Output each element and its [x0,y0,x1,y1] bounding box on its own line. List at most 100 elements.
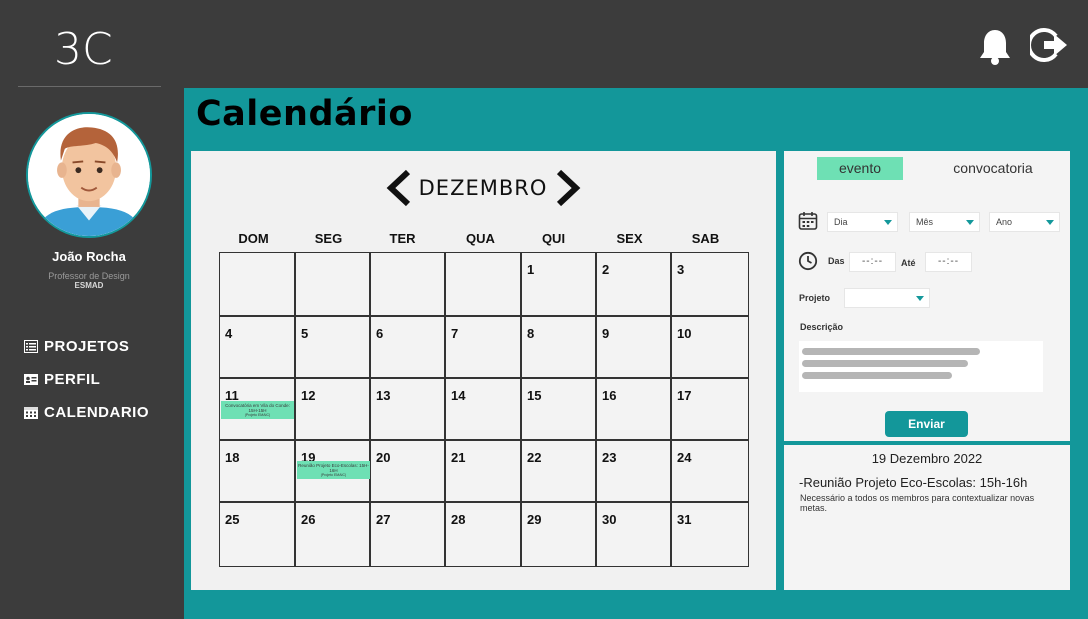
day-number: 28 [451,512,466,527]
day-number: 25 [225,512,240,527]
day-number: 21 [451,450,466,465]
calendar-day-cell[interactable]: 4 [219,316,295,378]
day-number: 5 [301,326,309,341]
event-title: Reunião Projeto Eco-Escolas: 15H-16H [298,463,369,473]
calendar-empty-cell[interactable] [219,252,295,316]
time-to-input[interactable]: --:-- [925,252,972,272]
calendar-day-cell[interactable]: 22 [521,440,596,502]
user-name: João Rocha [52,249,126,264]
calendar-day-cell[interactable]: 12 [295,378,370,440]
caret-down-icon [884,220,892,225]
event-project: (Projeto EMAIC) [244,413,271,417]
calendar-empty-cell[interactable] [295,252,370,316]
main-bottom-strip [184,604,1072,619]
calendar-day-cell[interactable]: 2 [596,252,671,316]
logo[interactable]: 3C [54,24,126,70]
nav-calendario[interactable]: CALENDARIO [24,404,149,421]
calendar-day-cell[interactable]: 28 [445,502,521,567]
event-detail-title: -Reunião Projeto Eco-Escolas: 15h-16h [799,475,1028,490]
weekday-ter: TER [389,231,416,246]
calendar-day-cell[interactable]: 7 [445,316,521,378]
calendar-day-cell[interactable]: 9 [596,316,671,378]
calendar-day-cell[interactable]: 3 [671,252,749,316]
day-number: 8 [527,326,535,341]
ate-label: Até [901,258,916,268]
day-number: 10 [677,326,692,341]
day-number: 29 [527,512,542,527]
calendar-day-cell[interactable]: 16 [596,378,671,440]
calendar-empty-cell[interactable] [445,252,521,316]
tab-convocatoria[interactable]: convocatoria [940,160,1046,176]
calendar-empty-cell[interactable] [370,252,445,316]
day-number: 20 [376,450,391,465]
text-placeholder-line [802,348,980,355]
description-textarea[interactable] [799,341,1043,392]
calendar-day-cell[interactable]: 21 [445,440,521,502]
month-select[interactable]: Mês [909,212,980,232]
calendar-day-cell[interactable]: 26 [295,502,370,567]
time-from-input[interactable]: --:-- [849,252,896,272]
day-number: 1 [527,262,535,277]
nav-perfil[interactable]: PERFIL [24,371,100,388]
day-number: 23 [602,450,617,465]
day-number: 24 [677,450,692,465]
month-select-value: Mês [916,217,934,227]
project-select[interactable] [844,288,930,308]
calendar-day-cell[interactable]: 6 [370,316,445,378]
logo-text: 3C [54,24,113,70]
calendar-day-cell[interactable]: 10 [671,316,749,378]
calendar-day-cell[interactable]: 13 [370,378,445,440]
calendar-day-cell[interactable]: 14 [445,378,521,440]
day-number: 4 [225,326,233,341]
calendar-day-cell[interactable]: 17 [671,378,749,440]
calendar-day-cell[interactable]: 8 [521,316,596,378]
das-label: Das [828,256,845,266]
nav-projetos[interactable]: PROJETOS [24,338,129,355]
calendar-day-cell[interactable]: 20 [370,440,445,502]
avatar[interactable] [26,112,152,238]
tab-evento[interactable]: evento [817,157,903,180]
caret-down-icon [966,220,974,225]
submit-button[interactable]: Enviar [885,411,968,437]
calendar-day-cell[interactable]: 27 [370,502,445,567]
calendar-day-cell[interactable]: 23 [596,440,671,502]
projeto-label: Projeto [799,293,831,303]
day-number: 7 [451,326,459,341]
id-card-icon [24,374,38,385]
logout-icon[interactable] [1030,26,1070,64]
day-select[interactable]: Dia [827,212,898,232]
calendar-day-cell[interactable]: 1 [521,252,596,316]
calendar-day-cell[interactable]: 25 [219,502,295,567]
day-number: 26 [301,512,316,527]
chevron-left-icon[interactable] [386,169,412,207]
day-number: 6 [376,326,384,341]
calendar-day-cell[interactable]: 18 [219,440,295,502]
nav-perfil-label: PERFIL [44,371,101,388]
calendar-day-cell[interactable]: 15 [521,378,596,440]
calendar-icon [798,212,818,230]
descricao-label: Descrição [800,322,844,332]
calendar-event[interactable]: Reunião Projeto Eco-Escolas: 15H-16H (Pro… [297,461,370,479]
day-number: 31 [677,512,692,527]
calendar-day-cell[interactable]: 24 [671,440,749,502]
weekday-dom: DOM [238,231,269,246]
day-number: 12 [301,388,316,403]
caret-down-icon [916,296,924,301]
calendar-day-cell[interactable]: 19 Reunião Projeto Eco-Escolas: 15H-16H (P… [295,440,370,502]
calendar-day-cell[interactable]: 11 Convocatória em Vila do Conde: 15H-15H… [219,378,295,440]
calendar-day-cell[interactable]: 5 [295,316,370,378]
list-icon [24,340,38,353]
calendar-day-cell[interactable]: 29 [521,502,596,567]
day-number: 17 [677,388,692,403]
day-number: 22 [527,450,542,465]
bell-icon[interactable] [978,28,1012,66]
calendar-event[interactable]: Convocatória em Vila do Conde: 15H-15H (P… [221,401,294,419]
chevron-right-icon[interactable] [555,169,581,207]
calendar-day-cell[interactable]: 31 [671,502,749,567]
year-select[interactable]: Ano [989,212,1060,232]
text-placeholder-line [802,360,968,367]
sidebar-divider [18,86,161,87]
day-number: 30 [602,512,617,527]
calendar-day-cell[interactable]: 30 [596,502,671,567]
weekday-qua: QUA [466,231,495,246]
